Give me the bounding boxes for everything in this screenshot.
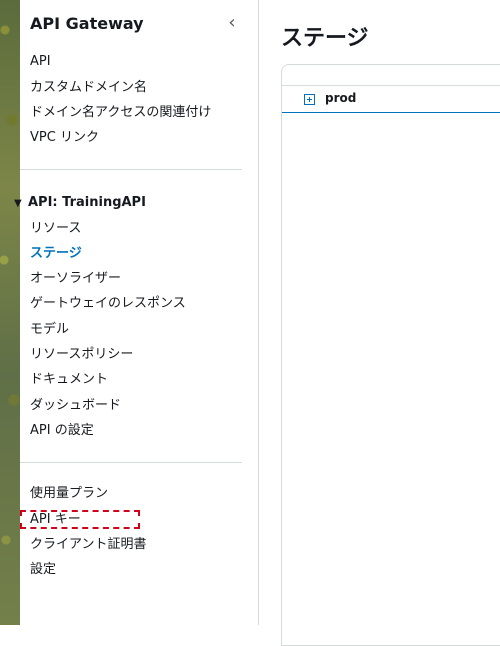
sidebar-item-resources[interactable]: リソース bbox=[30, 220, 81, 238]
api-section-header[interactable]: ▼ API: TrainingAPI bbox=[14, 194, 146, 213]
sidebar-item-vpc-links[interactable]: VPC リンク bbox=[30, 129, 99, 147]
sidebar-item-authorizers[interactable]: オーソライザー bbox=[30, 270, 121, 288]
sidebar: API Gateway ‹ API カスタムドメイン名 ドメイン名アクセスの関連… bbox=[14, 0, 259, 625]
sidebar-item-custom-domains[interactable]: カスタムドメイン名 bbox=[30, 79, 147, 97]
sidebar-item-models[interactable]: モデル bbox=[30, 321, 69, 339]
sidebar-item-stages[interactable]: ステージ bbox=[30, 245, 82, 263]
sidebar-item-api-settings[interactable]: API の設定 bbox=[30, 422, 94, 440]
background-strip bbox=[0, 0, 20, 625]
sidebar-item-resource-policy[interactable]: リソースポリシー bbox=[30, 346, 133, 364]
sidebar-item-usage-plans[interactable]: 使用量プラン bbox=[30, 485, 108, 503]
sidebar-divider bbox=[20, 462, 242, 463]
sidebar-item-gateway-responses[interactable]: ゲートウェイのレスポンス bbox=[30, 295, 186, 313]
sidebar-title: API Gateway bbox=[30, 14, 144, 33]
api-keys-highlight-box bbox=[20, 510, 140, 529]
api-section-label: API: TrainingAPI bbox=[28, 195, 146, 210]
stage-name[interactable]: prod bbox=[325, 91, 356, 105]
main-content: ステージ prod bbox=[259, 0, 500, 646]
expand-plus-icon[interactable] bbox=[304, 94, 315, 105]
sidebar-item-settings[interactable]: 設定 bbox=[30, 561, 56, 579]
page-title: ステージ bbox=[281, 26, 369, 51]
sidebar-item-documentation[interactable]: ドキュメント bbox=[30, 371, 108, 389]
stage-row[interactable]: prod bbox=[282, 86, 500, 113]
sidebar-item-domain-access[interactable]: ドメイン名アクセスの関連付け bbox=[30, 104, 211, 122]
sidebar-item-api[interactable]: API bbox=[30, 53, 51, 71]
caret-down-icon: ▼ bbox=[14, 198, 22, 209]
collapse-sidebar-icon[interactable]: ‹ bbox=[224, 13, 240, 33]
sidebar-item-client-certificates[interactable]: クライアント証明書 bbox=[30, 536, 146, 554]
stages-panel: prod bbox=[281, 64, 500, 646]
sidebar-divider bbox=[20, 169, 242, 170]
sidebar-item-dashboard[interactable]: ダッシュボード bbox=[30, 397, 121, 415]
